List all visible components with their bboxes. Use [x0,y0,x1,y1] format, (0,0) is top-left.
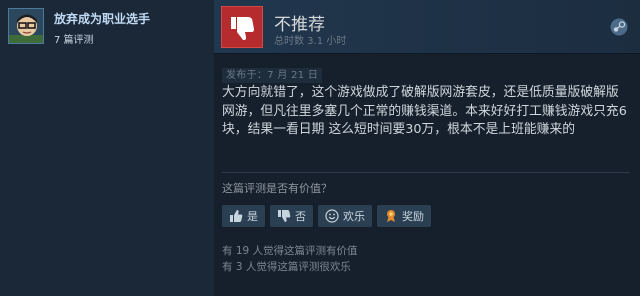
review-text: 大方向就错了，这个游戏做成了破解版网游套皮，还是低质量版破解版网游，但凡往里多塞… [222,85,627,137]
posted-date: 发布于：7 月 21 日 [222,66,323,83]
thumbs-down-small-icon [278,210,291,222]
vote-no-button[interactable]: 否 [270,205,313,227]
divider [222,172,630,173]
vote-no-label: 否 [295,210,306,223]
author-name[interactable]: 放弃成为职业选手 [54,10,150,27]
avatar[interactable] [8,8,44,44]
vote-yes-label: 是 [247,210,258,223]
award-button[interactable]: 奖励 [377,205,431,227]
author-review-count[interactable]: 7 篇评测 [54,31,94,46]
vote-funny-button[interactable]: 欢乐 [318,205,372,227]
vote-yes-button[interactable]: 是 [222,205,265,227]
thumbs-up-icon [230,210,243,222]
vote-funny-label: 欢乐 [343,210,365,223]
helpful-count: 有 19 人觉得这篇评测有价值 [222,245,358,257]
hours-played: 总时数 3.1 小时 [274,36,347,47]
review-panel: 不推荐 总时数 3.1 小时 发布于：7 月 21 日 大方向就错了，这个游戏做… [214,0,640,296]
smile-icon [325,209,339,223]
rating-buttons: 是 否 欢乐 奖励 [222,205,431,227]
author-panel: 放弃成为职业选手 7 篇评测 [0,0,212,296]
award-label: 奖励 [402,210,424,223]
funny-count: 有 3 人觉得这篇评测很欢乐 [222,261,351,273]
review-header: 不推荐 总时数 3.1 小时 [214,0,640,54]
thumbs-down-icon [221,6,263,48]
posted-date-text: 发布于：7 月 21 日 [222,68,323,83]
award-icon [387,210,395,222]
helpful-question: 这篇评测是否有价值？ [222,182,332,195]
steam-store-icon[interactable] [610,18,628,36]
